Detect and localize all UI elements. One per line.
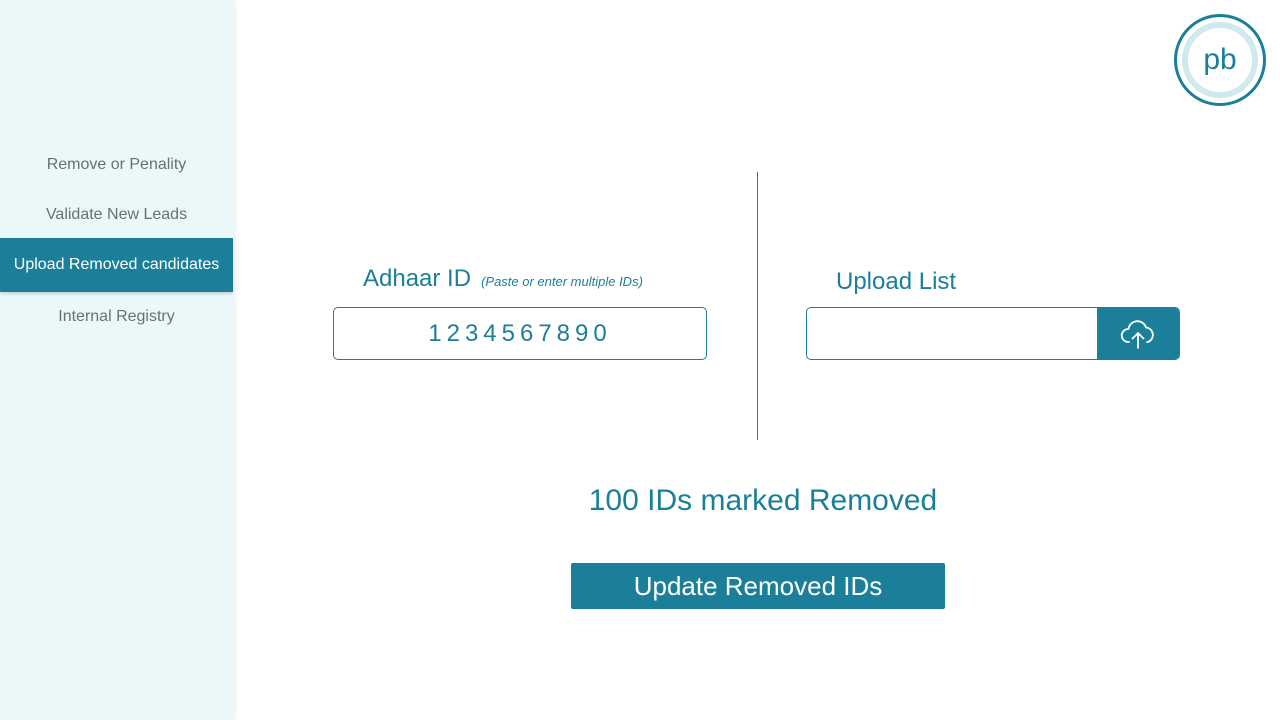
adhaar-id-label: Adhaar ID (Paste or enter multiple IDs) bbox=[363, 265, 643, 293]
upload-list-label: Upload List bbox=[836, 268, 957, 295]
sidebar-item-upload-removed-candidates[interactable]: Upload Removed candidates bbox=[0, 238, 233, 292]
pb-logo-icon: pb bbox=[1174, 14, 1266, 106]
adhaar-id-hint: (Paste or enter multiple IDs) bbox=[481, 274, 643, 289]
sidebar-item-internal-registry[interactable]: Internal Registry bbox=[0, 290, 233, 344]
upload-list-field[interactable] bbox=[806, 307, 1180, 360]
status-message: 100 IDs marked Removed bbox=[0, 484, 1280, 518]
pb-logo: pb bbox=[1174, 14, 1266, 106]
logo-text: pb bbox=[1203, 43, 1236, 76]
status-message-text: 100 IDs marked Removed bbox=[588, 484, 938, 517]
sidebar-item-validate-new-leads[interactable]: Validate New Leads bbox=[0, 188, 233, 242]
upload-button[interactable] bbox=[1097, 308, 1179, 359]
section-divider bbox=[757, 172, 758, 440]
sidebar-item-label: Upload Removed candidates bbox=[13, 256, 220, 273]
sidebar-item-label: Validate New Leads bbox=[45, 206, 188, 223]
sidebar-item-remove-or-penality[interactable]: Remove or Penality bbox=[0, 138, 233, 192]
update-removed-ids-button[interactable]: Update Removed IDs bbox=[571, 563, 945, 609]
adhaar-id-input[interactable] bbox=[333, 307, 707, 360]
cloud-upload-icon bbox=[1120, 319, 1154, 349]
sidebar-item-label: Remove or Penality bbox=[46, 156, 187, 173]
sidebar: Remove or Penality Validate New Leads Up… bbox=[0, 0, 234, 720]
adhaar-id-label-text: Adhaar ID bbox=[363, 265, 472, 292]
sidebar-item-label: Internal Registry bbox=[58, 308, 175, 325]
